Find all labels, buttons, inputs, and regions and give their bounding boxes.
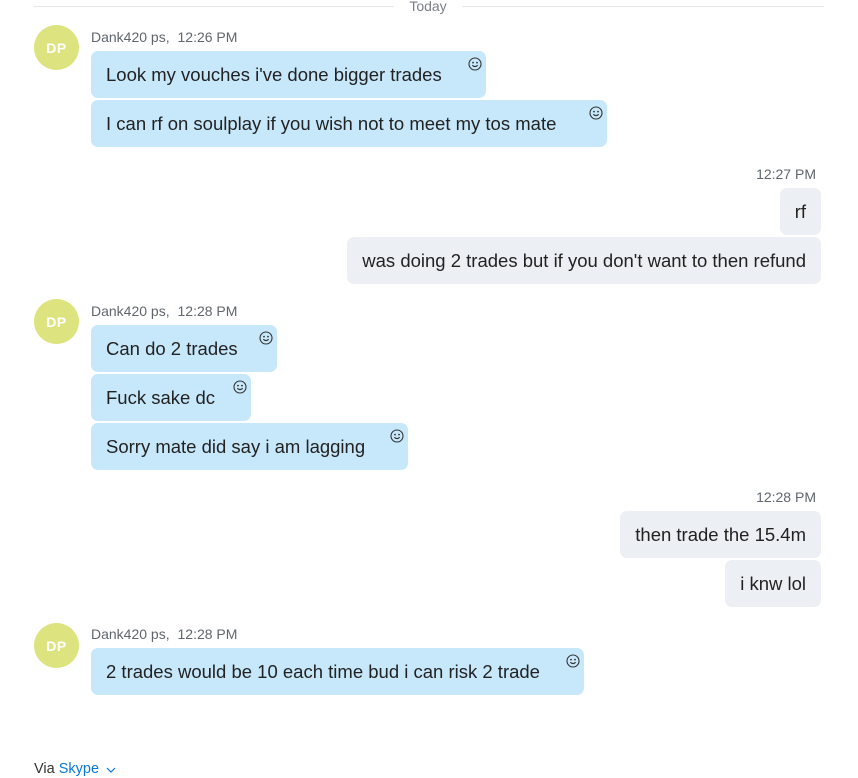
incoming-message[interactable]: I can rf on soulplay if you wish not to … <box>91 100 607 147</box>
message-text: Sorry mate did say i am lagging <box>106 436 366 457</box>
message-text: 2 trades would be 10 each time bud i can… <box>106 661 540 682</box>
date-divider-label: Today <box>409 0 447 14</box>
outgoing-message[interactable]: i knw lol <box>725 560 821 607</box>
outgoing-message[interactable]: was doing 2 trades but if you don't want… <box>347 237 821 284</box>
message-sender-header: Dank420 ps, 12:28 PM <box>91 626 237 642</box>
outgoing-message[interactable]: then trade the 15.4m <box>620 511 821 558</box>
message-time: 12:28 PM <box>177 626 238 642</box>
incoming-message[interactable]: Can do 2 trades <box>91 325 277 372</box>
message-time: 12:27 PM <box>756 166 816 182</box>
avatar[interactable]: DP <box>34 25 79 70</box>
incoming-message[interactable]: Look my vouches i've done bigger trades <box>91 51 486 98</box>
message-time: 12:28 PM <box>756 489 816 505</box>
smiley-icon[interactable] <box>233 380 247 394</box>
message-text: then trade the 15.4m <box>635 524 806 545</box>
incoming-message[interactable]: 2 trades would be 10 each time bud i can… <box>91 648 584 695</box>
message-text: was doing 2 trades but if you don't want… <box>362 250 806 271</box>
sender-name: Dank420 ps, <box>91 29 170 45</box>
via-label: Via <box>34 761 55 777</box>
outgoing-message[interactable]: rf <box>779 188 821 235</box>
message-time: 12:28 PM <box>177 303 238 319</box>
sender-name: Dank420 ps, <box>91 303 170 319</box>
smiley-icon[interactable] <box>468 57 482 71</box>
smiley-icon[interactable] <box>390 429 404 443</box>
divider-line-left <box>34 6 394 7</box>
incoming-message[interactable]: Sorry mate did say i am lagging <box>91 423 408 470</box>
message-sender-header: Dank420 ps, 12:28 PM <box>91 303 237 319</box>
sender-name: Dank420 ps, <box>91 626 170 642</box>
smiley-icon[interactable] <box>566 654 580 668</box>
chevron-down-icon[interactable] <box>106 761 116 777</box>
smiley-icon[interactable] <box>589 106 603 120</box>
smiley-icon[interactable] <box>259 331 273 345</box>
message-text: Look my vouches i've done bigger trades <box>106 64 442 85</box>
skype-link[interactable]: Skype <box>59 761 99 777</box>
divider-line-right <box>462 6 824 7</box>
message-time: 12:26 PM <box>177 29 238 45</box>
message-text: Can do 2 trades <box>106 338 238 359</box>
message-text: I can rf on soulplay if you wish not to … <box>106 113 557 134</box>
message-text: Fuck sake dc <box>106 387 215 408</box>
message-sender-header: Dank420 ps, 12:26 PM <box>91 29 237 45</box>
message-text: rf <box>794 201 806 222</box>
avatar[interactable]: DP <box>34 299 79 344</box>
via-footer: Via Skype <box>34 761 116 777</box>
incoming-message[interactable]: Fuck sake dc <box>91 374 251 421</box>
message-text: i knw lol <box>740 573 806 594</box>
avatar[interactable]: DP <box>34 623 79 668</box>
